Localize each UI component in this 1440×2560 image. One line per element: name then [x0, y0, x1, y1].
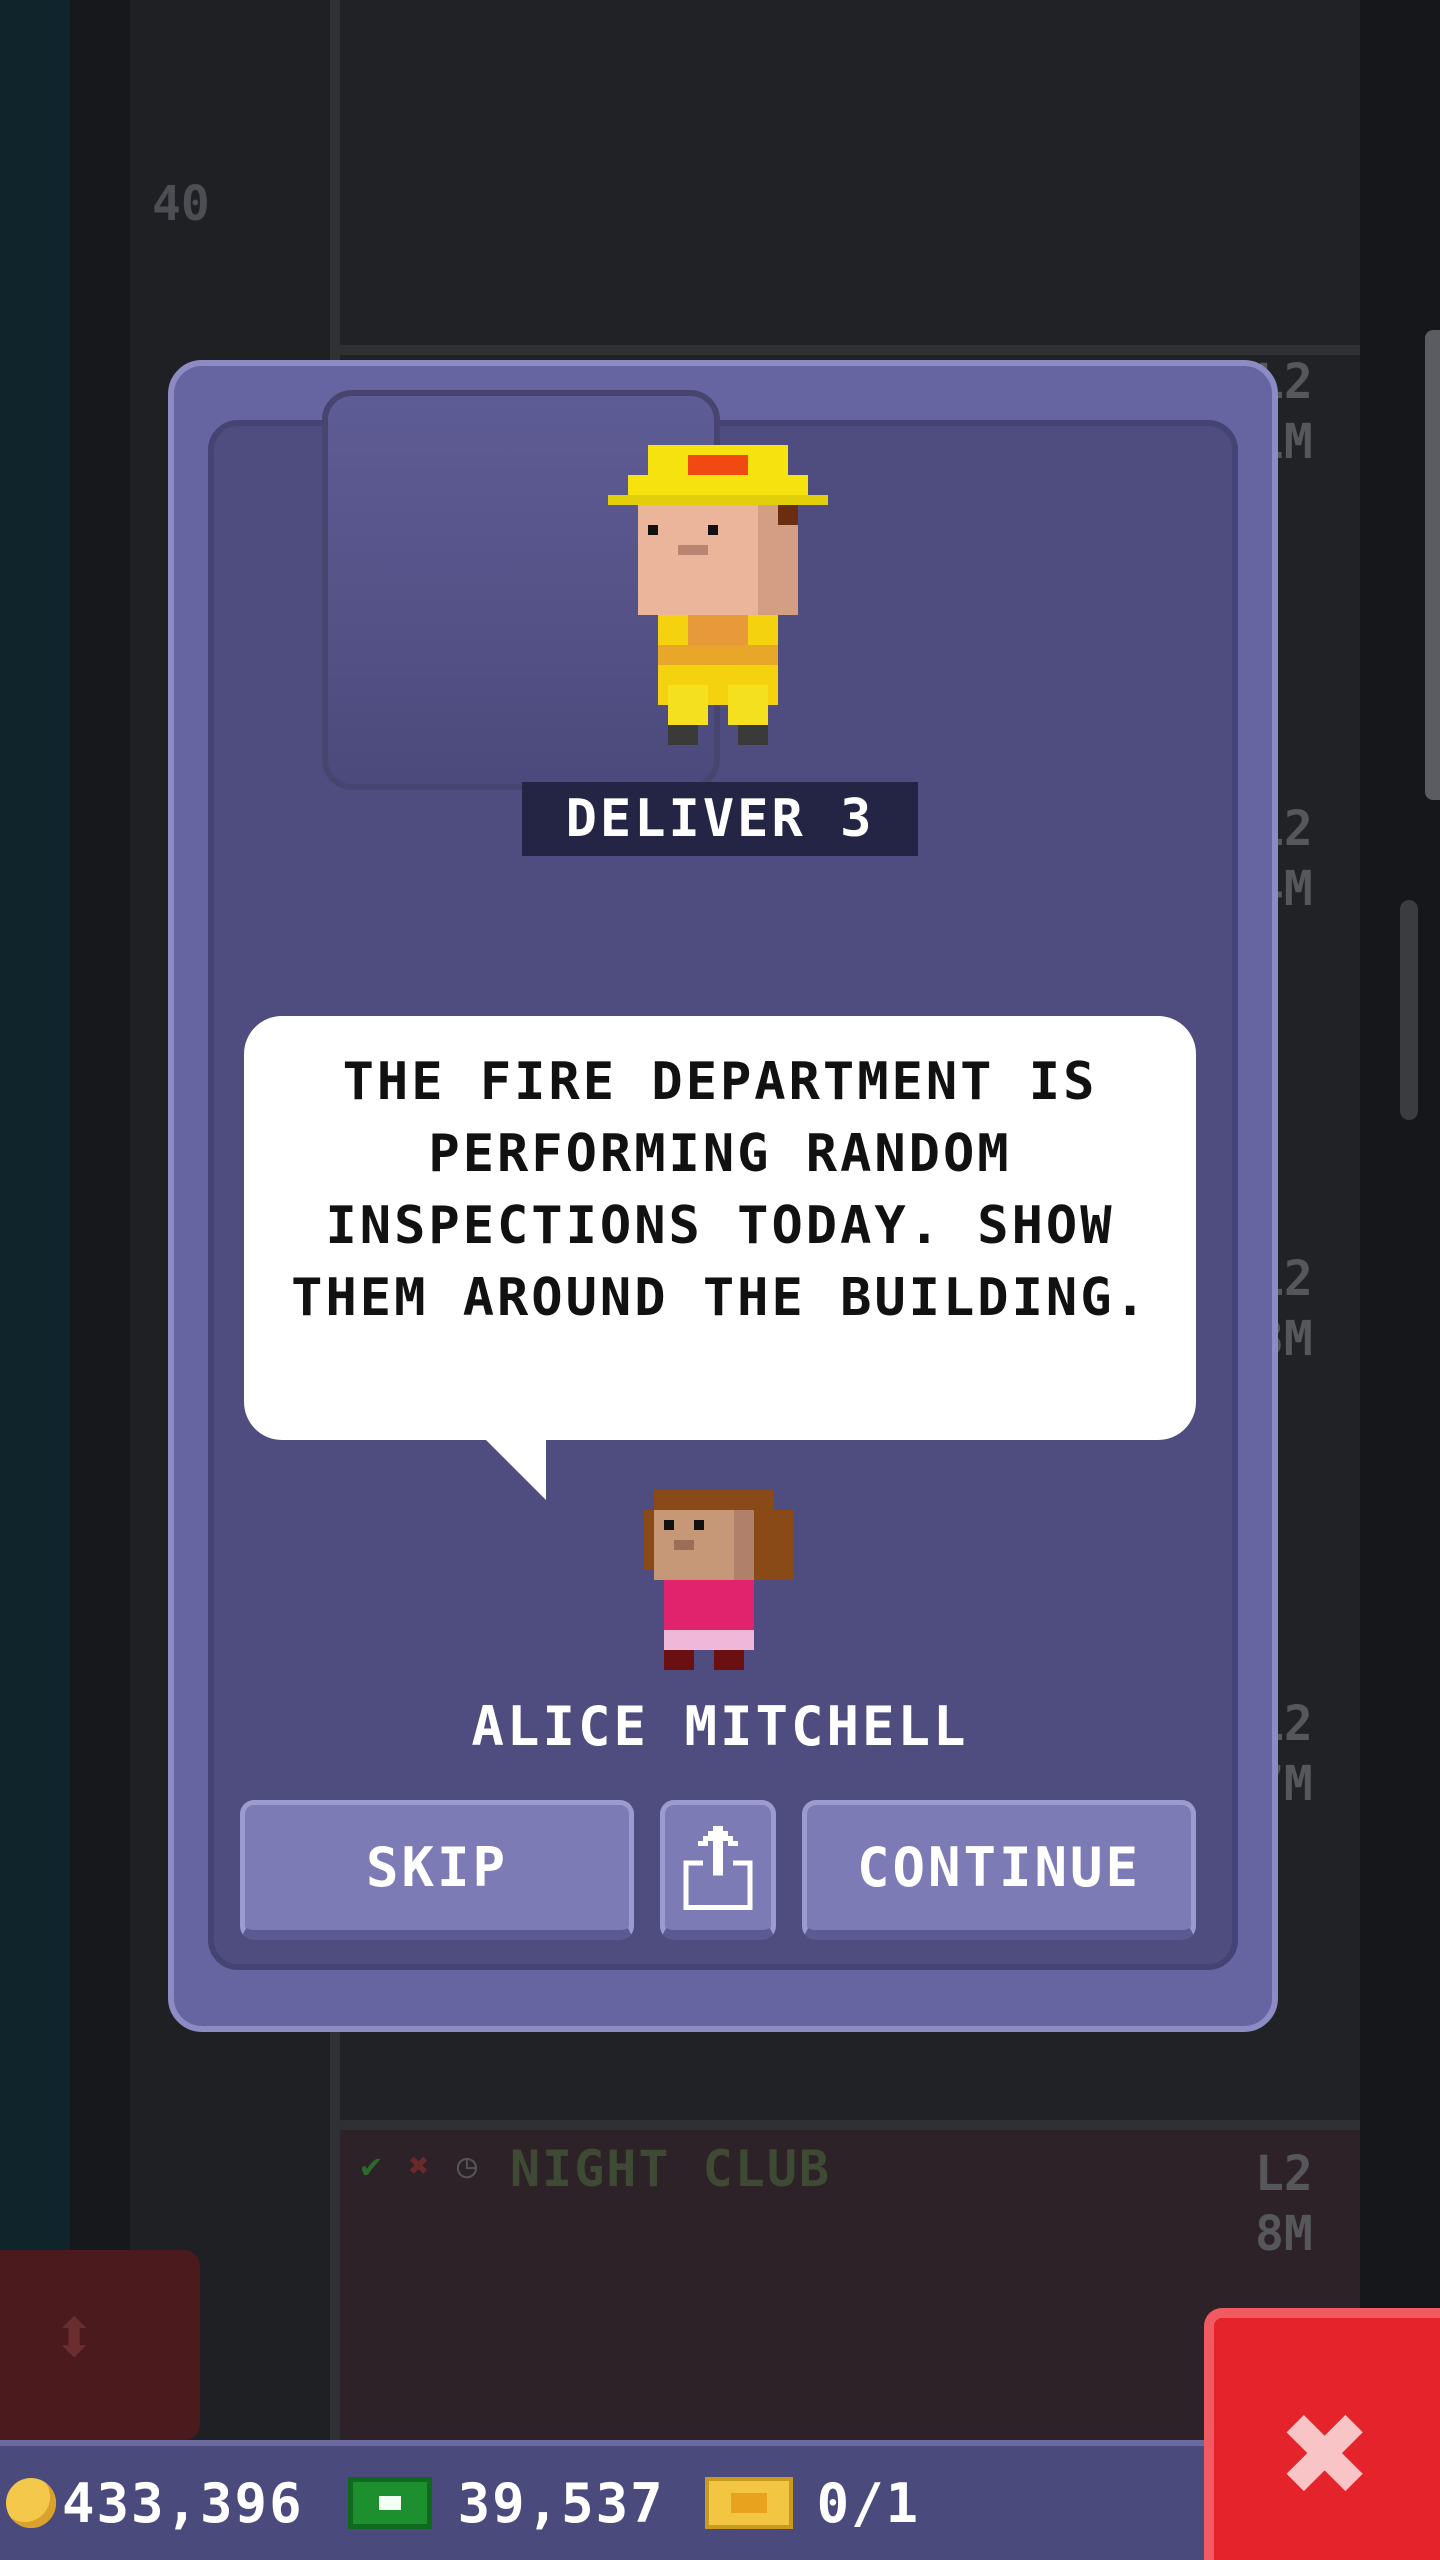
speaker-avatar [644, 1490, 794, 1670]
tickets-value: 0/1 [816, 2471, 921, 2535]
floor-number: 40 [152, 176, 210, 232]
tickets-stat[interactable]: 0/1 [695, 2472, 921, 2535]
speech-bubble: THE FIRE DEPARTMENT IS PERFORMING RANDOM… [244, 1016, 1196, 1440]
coins-stat[interactable]: 433,396 [6, 2472, 304, 2535]
firefighter-avatar [608, 445, 828, 745]
coin-icon [6, 2478, 56, 2528]
stairwell [70, 0, 136, 2440]
up-down-arrows-icon: ⬍ [50, 2290, 99, 2383]
skip-button[interactable]: SKIP [240, 1800, 634, 1940]
floor-divider [340, 2120, 1360, 2130]
bux-value: 39,537 [457, 2471, 665, 2535]
coins-value: 433,396 [62, 2471, 304, 2535]
speaker-name: ALICE MITCHELL [471, 1695, 969, 1758]
clock-icon: ◷ [456, 2146, 478, 2186]
close-icon: ✖ [1281, 2367, 1373, 2541]
tower-scrollbar[interactable] [1400, 900, 1418, 1120]
speech-bubble-tail [480, 1434, 546, 1500]
elevator-control-button[interactable]: ⬍ [0, 2250, 200, 2440]
bux-stat[interactable]: 39,537 [334, 2472, 665, 2535]
share-button[interactable] [660, 1800, 776, 1940]
deliver-requirement-label: DELIVER 3 [522, 782, 918, 856]
floor-level-label: L2 [1255, 2146, 1313, 2202]
mission-message: THE FIRE DEPARTMENT IS PERFORMING RANDOM… [291, 1052, 1149, 1328]
share-icon [683, 1825, 753, 1910]
floor-level-label: 8M [1255, 2206, 1313, 2262]
floor-divider [340, 345, 1360, 355]
night-club-title: NIGHT CLUB [510, 2140, 832, 2198]
floor-status-icons: ✔ ✖ ◷ [350, 2145, 488, 2187]
bux-icon [347, 2477, 432, 2529]
cross-icon: ✖ [408, 2146, 430, 2186]
close-button[interactable]: ✖ [1204, 2308, 1440, 2560]
ticket-icon [704, 2477, 793, 2529]
continue-button[interactable]: CONTINUE [802, 1800, 1196, 1940]
side-drawer-tab[interactable] [1425, 330, 1440, 800]
left-wall [0, 0, 70, 2440]
check-icon: ✔ [360, 2146, 382, 2186]
